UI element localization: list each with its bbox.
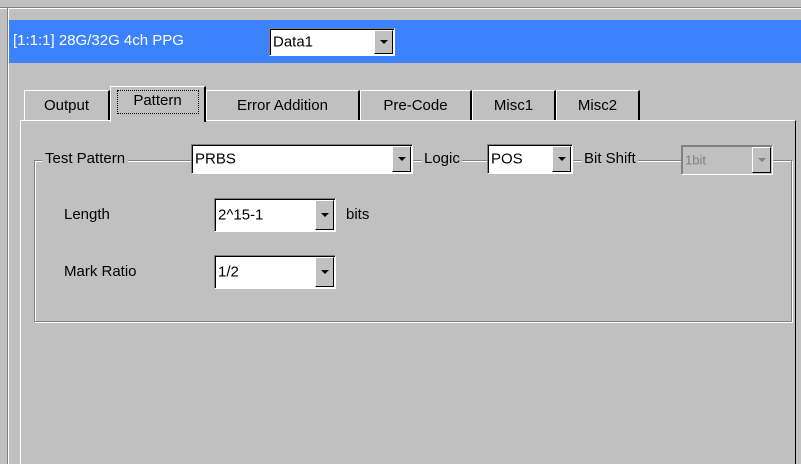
app-window: [1:1:1] 28G/32G 4ch PPG Data1 Output Pat… (0, 0, 801, 464)
length-dropdown-button[interactable] (315, 200, 334, 230)
logic-select-value: POS (491, 150, 523, 168)
bit-shift-dropdown-button[interactable] (752, 147, 771, 173)
bit-shift-select[interactable]: 1bit (681, 145, 773, 175)
mark-ratio-select[interactable]: 1/2 (214, 255, 336, 289)
left-edge-highlight (8, 8, 9, 464)
chevron-down-icon (320, 270, 329, 274)
logic-dropdown-button[interactable] (552, 146, 571, 172)
bit-shift-label: Bit Shift (582, 150, 638, 167)
test-pattern-group (34, 160, 792, 322)
length-unit: bits (346, 206, 370, 223)
chevron-down-icon (379, 40, 388, 44)
data-channel-select[interactable]: Data1 (269, 28, 395, 56)
tab-pattern[interactable]: Pattern (110, 86, 206, 122)
logic-label: Logic (422, 150, 462, 167)
length-select-value: 2^15-1 (218, 206, 264, 224)
top-strip (0, 0, 801, 20)
tab-output[interactable]: Output (24, 90, 110, 120)
tab-misc1-label: Misc1 (493, 97, 534, 114)
data-channel-dropdown-button[interactable] (374, 30, 393, 54)
chevron-down-icon (320, 213, 329, 217)
test-pattern-label: Test Pattern (42, 150, 129, 167)
tab-pre-code[interactable]: Pre-Code (360, 90, 472, 120)
mark-ratio-select-value: 1/2 (218, 263, 239, 281)
chevron-down-icon (757, 158, 766, 162)
length-select[interactable]: 2^15-1 (214, 198, 336, 232)
module-title-bar: [1:1:1] 28G/32G 4ch PPG Data1 (9, 20, 801, 63)
top-divider-highlight (0, 8, 801, 9)
chevron-down-icon (557, 157, 566, 161)
mark-ratio-dropdown-button[interactable] (315, 257, 334, 287)
tab-error-addition-label: Error Addition (237, 97, 328, 114)
tab-misc2-label: Misc2 (577, 97, 618, 114)
test-pattern-select[interactable]: PRBS (191, 144, 413, 174)
length-label: Length (64, 206, 110, 223)
chevron-down-icon (397, 157, 406, 161)
tab-output-label: Output (43, 97, 90, 114)
tab-pre-code-label: Pre-Code (383, 97, 448, 114)
tab-error-addition[interactable]: Error Addition (206, 90, 360, 120)
tab-misc1[interactable]: Misc1 (472, 90, 556, 120)
module-title: [1:1:1] 28G/32G 4ch PPG (13, 32, 184, 49)
mark-ratio-label: Mark Ratio (64, 263, 137, 280)
logic-select[interactable]: POS (487, 144, 573, 174)
tab-pattern-label: Pattern (133, 92, 182, 109)
tab-misc2[interactable]: Misc2 (556, 90, 640, 120)
test-pattern-dropdown-button[interactable] (392, 146, 411, 172)
test-pattern-select-value: PRBS (195, 150, 236, 168)
bit-shift-select-value: 1bit (685, 152, 706, 168)
data-channel-select-value: Data1 (273, 33, 314, 51)
